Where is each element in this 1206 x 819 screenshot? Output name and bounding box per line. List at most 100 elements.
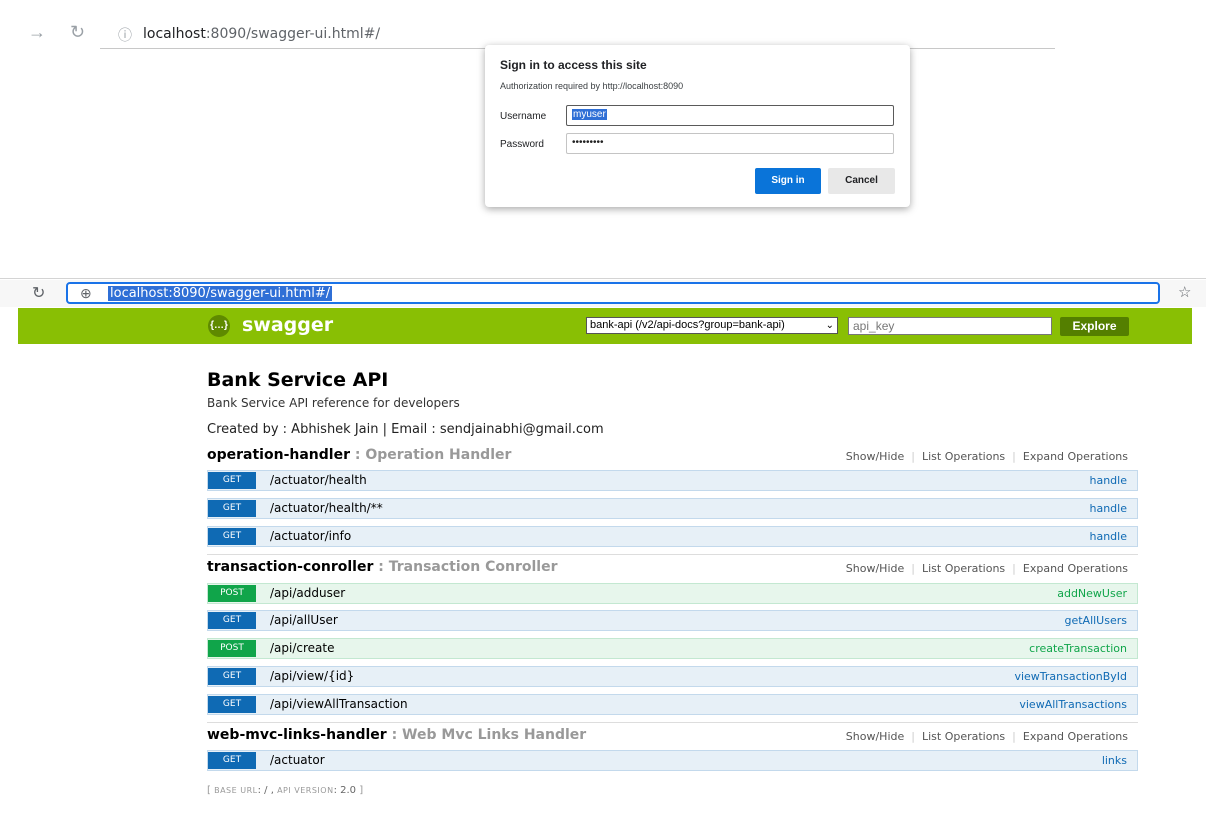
api-created-by: Created by : Abhishek Jain | Email : sen… [207, 422, 604, 437]
group-ops: Show/Hide | List Operations | Expand Operati… [845, 450, 1128, 463]
resource-group-web-mvc-links-handler: web-mvc-links-handler : Web Mvc Links Ha… [207, 727, 1138, 747]
footer-bracket-close: ] [356, 785, 364, 796]
spec-select-value: bank-api (/v2/api-docs?group=bank-api) [590, 319, 785, 331]
operation-path: /api/adduser [270, 586, 346, 600]
group-ops: Show/Hide | List Operations | Expand Operati… [845, 730, 1128, 743]
api-description: Bank Service API reference for developer… [207, 396, 460, 410]
operation-row[interactable]: GET /actuator links [207, 750, 1138, 771]
operation-row[interactable]: GET /api/viewAllTransaction viewAllTrans… [207, 694, 1138, 715]
group-divider [207, 722, 1138, 723]
operation-path: /api/viewAllTransaction [270, 697, 408, 711]
top-url[interactable]: localhost:8090/swagger-ui.html#/ [143, 26, 380, 42]
bar-divider [0, 278, 1206, 279]
expand-operations-link[interactable]: Expand Operations [1023, 450, 1128, 463]
operation-nickname[interactable]: handle [1090, 502, 1128, 515]
operation-row[interactable]: GET /api/allUser getAllUsers [207, 610, 1138, 631]
url-path: :8090/swagger-ui.html#/ [205, 26, 381, 42]
api-version-value: : 2.0 [333, 785, 357, 796]
operation-nickname[interactable]: handle [1090, 530, 1128, 543]
refresh-icon[interactable]: ↻ [32, 283, 45, 303]
method-badge: GET [208, 500, 256, 517]
sign-in-dialog: Sign in to access this site Authorizatio… [485, 45, 910, 207]
method-badge: GET [208, 752, 256, 769]
favorites-icon[interactable]: ☆ [1178, 283, 1191, 301]
operation-path: /actuator/health/** [270, 501, 383, 515]
operation-nickname[interactable]: createTransaction [1029, 642, 1127, 655]
globe-icon: ⊕ [80, 285, 92, 301]
list-operations-link[interactable]: List Operations [922, 450, 1005, 463]
api-version-label: API VERSION [277, 786, 334, 795]
operation-nickname[interactable]: viewAllTransactions [1019, 698, 1127, 711]
group-divider [207, 554, 1138, 555]
api-key-input[interactable]: api_key [848, 317, 1052, 335]
group-name[interactable]: transaction-conroller : Transaction Conr… [207, 559, 557, 575]
swagger-header: {…} swagger bank-api (/v2/api-docs?group… [18, 308, 1192, 344]
bottom-browser-bar: ↻ ⊕ localhost:8090/swagger-ui.html#/ ☆ [0, 280, 1206, 307]
operation-nickname[interactable]: links [1102, 754, 1127, 767]
api-title: Bank Service API [207, 369, 389, 391]
explore-button[interactable]: Explore [1060, 317, 1129, 336]
method-badge: GET [208, 528, 256, 545]
address-bar[interactable]: ⊕ localhost:8090/swagger-ui.html#/ [66, 282, 1160, 304]
password-value: ••••••••• [572, 137, 604, 148]
method-badge: GET [208, 696, 256, 713]
operation-row[interactable]: GET /api/view/{id} viewTransactionById [207, 666, 1138, 687]
operation-nickname[interactable]: viewTransactionById [1014, 670, 1127, 683]
operation-nickname[interactable]: getAllUsers [1064, 614, 1127, 627]
operation-row[interactable]: GET /actuator/health/** handle [207, 498, 1138, 519]
password-field[interactable]: ••••••••• [566, 133, 894, 154]
operation-nickname[interactable]: handle [1090, 474, 1128, 487]
show-hide-link[interactable]: Show/Hide [846, 562, 904, 575]
method-badge: POST [208, 585, 256, 602]
username-field[interactable]: myuser [566, 105, 894, 126]
operation-row[interactable]: POST /api/create createTransaction [207, 638, 1138, 659]
dialog-subtitle: Authorization required by http://localho… [500, 81, 684, 91]
operation-path: /api/create [270, 641, 335, 655]
api-footer: [ BASE URL: / , API VERSION: 2.0 ] [207, 785, 363, 796]
group-name[interactable]: operation-handler : Operation Handler [207, 447, 511, 463]
method-badge: GET [208, 668, 256, 685]
operation-path: /actuator/health [270, 473, 367, 487]
info-icon[interactable]: ⓘ [118, 25, 132, 45]
swagger-title[interactable]: swagger [242, 314, 333, 336]
operation-path: /actuator [270, 753, 325, 767]
dialog-title: Sign in to access this site [500, 58, 647, 72]
cancel-button[interactable]: Cancel [828, 168, 895, 194]
operation-path: /api/allUser [270, 613, 338, 627]
operation-row[interactable]: GET /actuator/health handle [207, 470, 1138, 491]
base-url-label: BASE URL [214, 786, 258, 795]
base-url-value: : / , [257, 785, 278, 796]
username-label: Username [500, 111, 547, 122]
forward-arrow-icon[interactable]: → [28, 22, 46, 43]
group-desc: : Transaction Conroller [373, 559, 558, 575]
list-operations-link[interactable]: List Operations [922, 730, 1005, 743]
swagger-logo-icon[interactable]: {…} [208, 315, 230, 337]
spec-select[interactable]: bank-api (/v2/api-docs?group=bank-api) ⌄ [586, 317, 838, 334]
group-desc: : Operation Handler [349, 447, 512, 463]
refresh-icon[interactable]: ↻ [70, 22, 85, 43]
resource-group-operation-handler: operation-handler : Operation Handler Sh… [207, 447, 1138, 467]
url-host: localhost [143, 26, 206, 42]
operation-row[interactable]: POST /api/adduser addNewUser [207, 583, 1138, 604]
group-title: web-mvc-links-handler [207, 727, 387, 743]
group-title: operation-handler [207, 447, 350, 463]
resource-group-transaction-conroller: transaction-conroller : Transaction Conr… [207, 559, 1138, 579]
method-badge: GET [208, 612, 256, 629]
operation-row[interactable]: GET /actuator/info handle [207, 526, 1138, 547]
operation-path: /api/view/{id} [270, 669, 355, 683]
list-operations-link[interactable]: List Operations [922, 562, 1005, 575]
operation-nickname[interactable]: addNewUser [1057, 587, 1127, 600]
group-title: transaction-conroller [207, 559, 374, 575]
show-hide-link[interactable]: Show/Hide [846, 730, 904, 743]
group-desc: : Web Mvc Links Handler [386, 727, 587, 743]
sign-in-button[interactable]: Sign in [755, 168, 821, 194]
group-name[interactable]: web-mvc-links-handler : Web Mvc Links Ha… [207, 727, 586, 743]
expand-operations-link[interactable]: Expand Operations [1023, 730, 1128, 743]
address-text: localhost:8090/swagger-ui.html#/ [108, 286, 333, 301]
expand-operations-link[interactable]: Expand Operations [1023, 562, 1128, 575]
method-badge: POST [208, 640, 256, 657]
operation-path: /actuator/info [270, 529, 352, 543]
show-hide-link[interactable]: Show/Hide [846, 450, 904, 463]
method-badge: GET [208, 472, 256, 489]
group-ops: Show/Hide | List Operations | Expand Operati… [845, 562, 1128, 575]
